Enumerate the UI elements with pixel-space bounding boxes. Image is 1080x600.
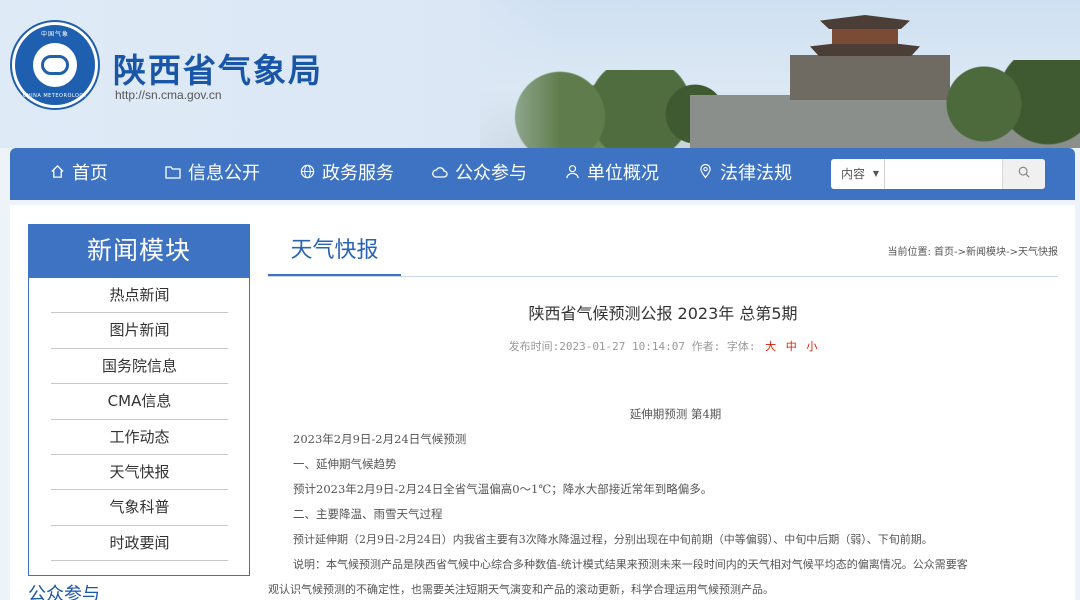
article-paragraph: 二、主要降温、雨雪天气过程 (293, 507, 443, 521)
breadcrumb: 当前位置: 首页->新闻模块->天气快报 (887, 247, 1058, 258)
home-icon (48, 148, 66, 200)
cloud-icon (431, 148, 449, 200)
search-box: 内容 ▼ (831, 159, 1045, 189)
site-title[interactable]: 陕西省气象局 (113, 44, 323, 92)
nav-item-label: 政务服务 (322, 163, 394, 184)
nav-item-label: 信息公开 (188, 163, 260, 184)
sidebar-item-weather-express[interactable]: 天气快报 (51, 455, 228, 491)
logo-ring-text: 中国气象 (40, 31, 69, 38)
sidebar-item-cma-info[interactable]: CMA信息 (51, 384, 228, 420)
sidebar-title: 新闻模块 (28, 224, 250, 278)
section-tab[interactable]: 天气快报 (268, 225, 401, 277)
nav-item-services[interactable]: 政务服务 (298, 148, 394, 200)
sidebar-section-title[interactable]: 公众参与 (28, 580, 100, 600)
sidebar-list: 热点新闻 图片新闻 国务院信息 CMA信息 工作动态 天气快报 气象科普 时政要… (28, 278, 250, 576)
article-paragraph: 预计延伸期（2月9日-2月24日）内我省主要有3次降水降温过程，分别出现在中旬前… (293, 533, 933, 546)
search-icon (1018, 166, 1030, 178)
sidebar-item-photo-news[interactable]: 图片新闻 (51, 313, 228, 349)
font-size-medium[interactable]: 中 (786, 340, 797, 353)
nav-item-label: 公众参与 (455, 163, 527, 184)
section-divider (268, 276, 1058, 277)
banner-fade (440, 0, 560, 148)
font-size-small[interactable]: 小 (806, 340, 817, 353)
banner-tower-body (832, 28, 898, 44)
search-scope-select[interactable]: 内容 ▼ (831, 159, 885, 189)
nav-item-participation[interactable]: 公众参与 (431, 148, 527, 200)
sidebar-item-work-news[interactable]: 工作动态 (51, 420, 228, 455)
nav-item-label: 法律法规 (720, 163, 792, 184)
cloud-icon (41, 55, 69, 75)
search-input[interactable] (886, 159, 1002, 189)
nav-item-label: 单位概况 (587, 163, 659, 184)
sidebar-item-politics[interactable]: 时政要闻 (51, 526, 228, 562)
nav-item-label: 首页 (72, 163, 108, 184)
font-size-large[interactable]: 大 (765, 340, 776, 353)
site-url: http://sn.cma.gov.cn (115, 88, 222, 102)
article-meta: 发布时间:2023-01-27 10:14:07 作者: 字体: 大 中 小 (268, 338, 1058, 354)
banner-trees (920, 60, 1080, 148)
site-header: 中国气象 CHINA METEOROLOGY 陕西省气象局 http://sn.… (0, 0, 1080, 148)
nav-item-laws[interactable]: 法律法规 (696, 148, 792, 200)
sidebar-item-science[interactable]: 气象科普 (51, 490, 228, 526)
article-paragraph: 预计2023年2月9日-2月24日全省气温偏高0～1℃；降水大部接近常年到略偏多… (293, 482, 713, 496)
nav-item-overview[interactable]: 单位概况 (563, 148, 659, 200)
article-paragraph: 2023年2月9日-2月24日气候预测 (293, 432, 467, 446)
article-title: 陕西省气候预测公报 2023年 总第5期 (528, 304, 798, 323)
cma-logo[interactable]: 中国气象 CHINA METEOROLOGY (12, 22, 98, 108)
main-nav: 首页 信息公开 政务服务 公众参与 单位概况 法律法规 内容 ▼ (10, 148, 1075, 200)
logo-ring-text: CHINA METEOROLOGY (22, 93, 88, 99)
search-button[interactable] (1002, 159, 1045, 189)
article-paragraph: 延伸期预测 第4期 (629, 407, 722, 421)
nav-item-home[interactable]: 首页 (48, 148, 108, 200)
article-paragraph: 一、延伸期气候趋势 (293, 457, 397, 471)
user-icon (563, 148, 581, 200)
article-paragraph: 说明：本气候预测产品是陕西省气候中心综合多种数值-统计模式结果来预测未来一段时间… (293, 558, 968, 571)
logo-emblem (33, 43, 77, 87)
sidebar-item-state-council[interactable]: 国务院信息 (51, 349, 228, 385)
search-scope-value: 内容 (841, 167, 866, 181)
globe-icon (298, 148, 316, 200)
folder-icon (164, 148, 182, 200)
caret-down-icon: ▼ (872, 169, 879, 178)
sidebar-item-hot-news[interactable]: 热点新闻 (51, 278, 228, 314)
location-icon (696, 148, 714, 200)
article-paragraph: 观认识气候预测的不确定性，也需要关注短期天气演变和产品的滚动更新，科学合理运用气… (268, 583, 774, 596)
nav-item-info[interactable]: 信息公开 (164, 148, 260, 200)
article-meta-text: 发布时间:2023-01-27 10:14:07 作者: 字体: (508, 340, 756, 353)
